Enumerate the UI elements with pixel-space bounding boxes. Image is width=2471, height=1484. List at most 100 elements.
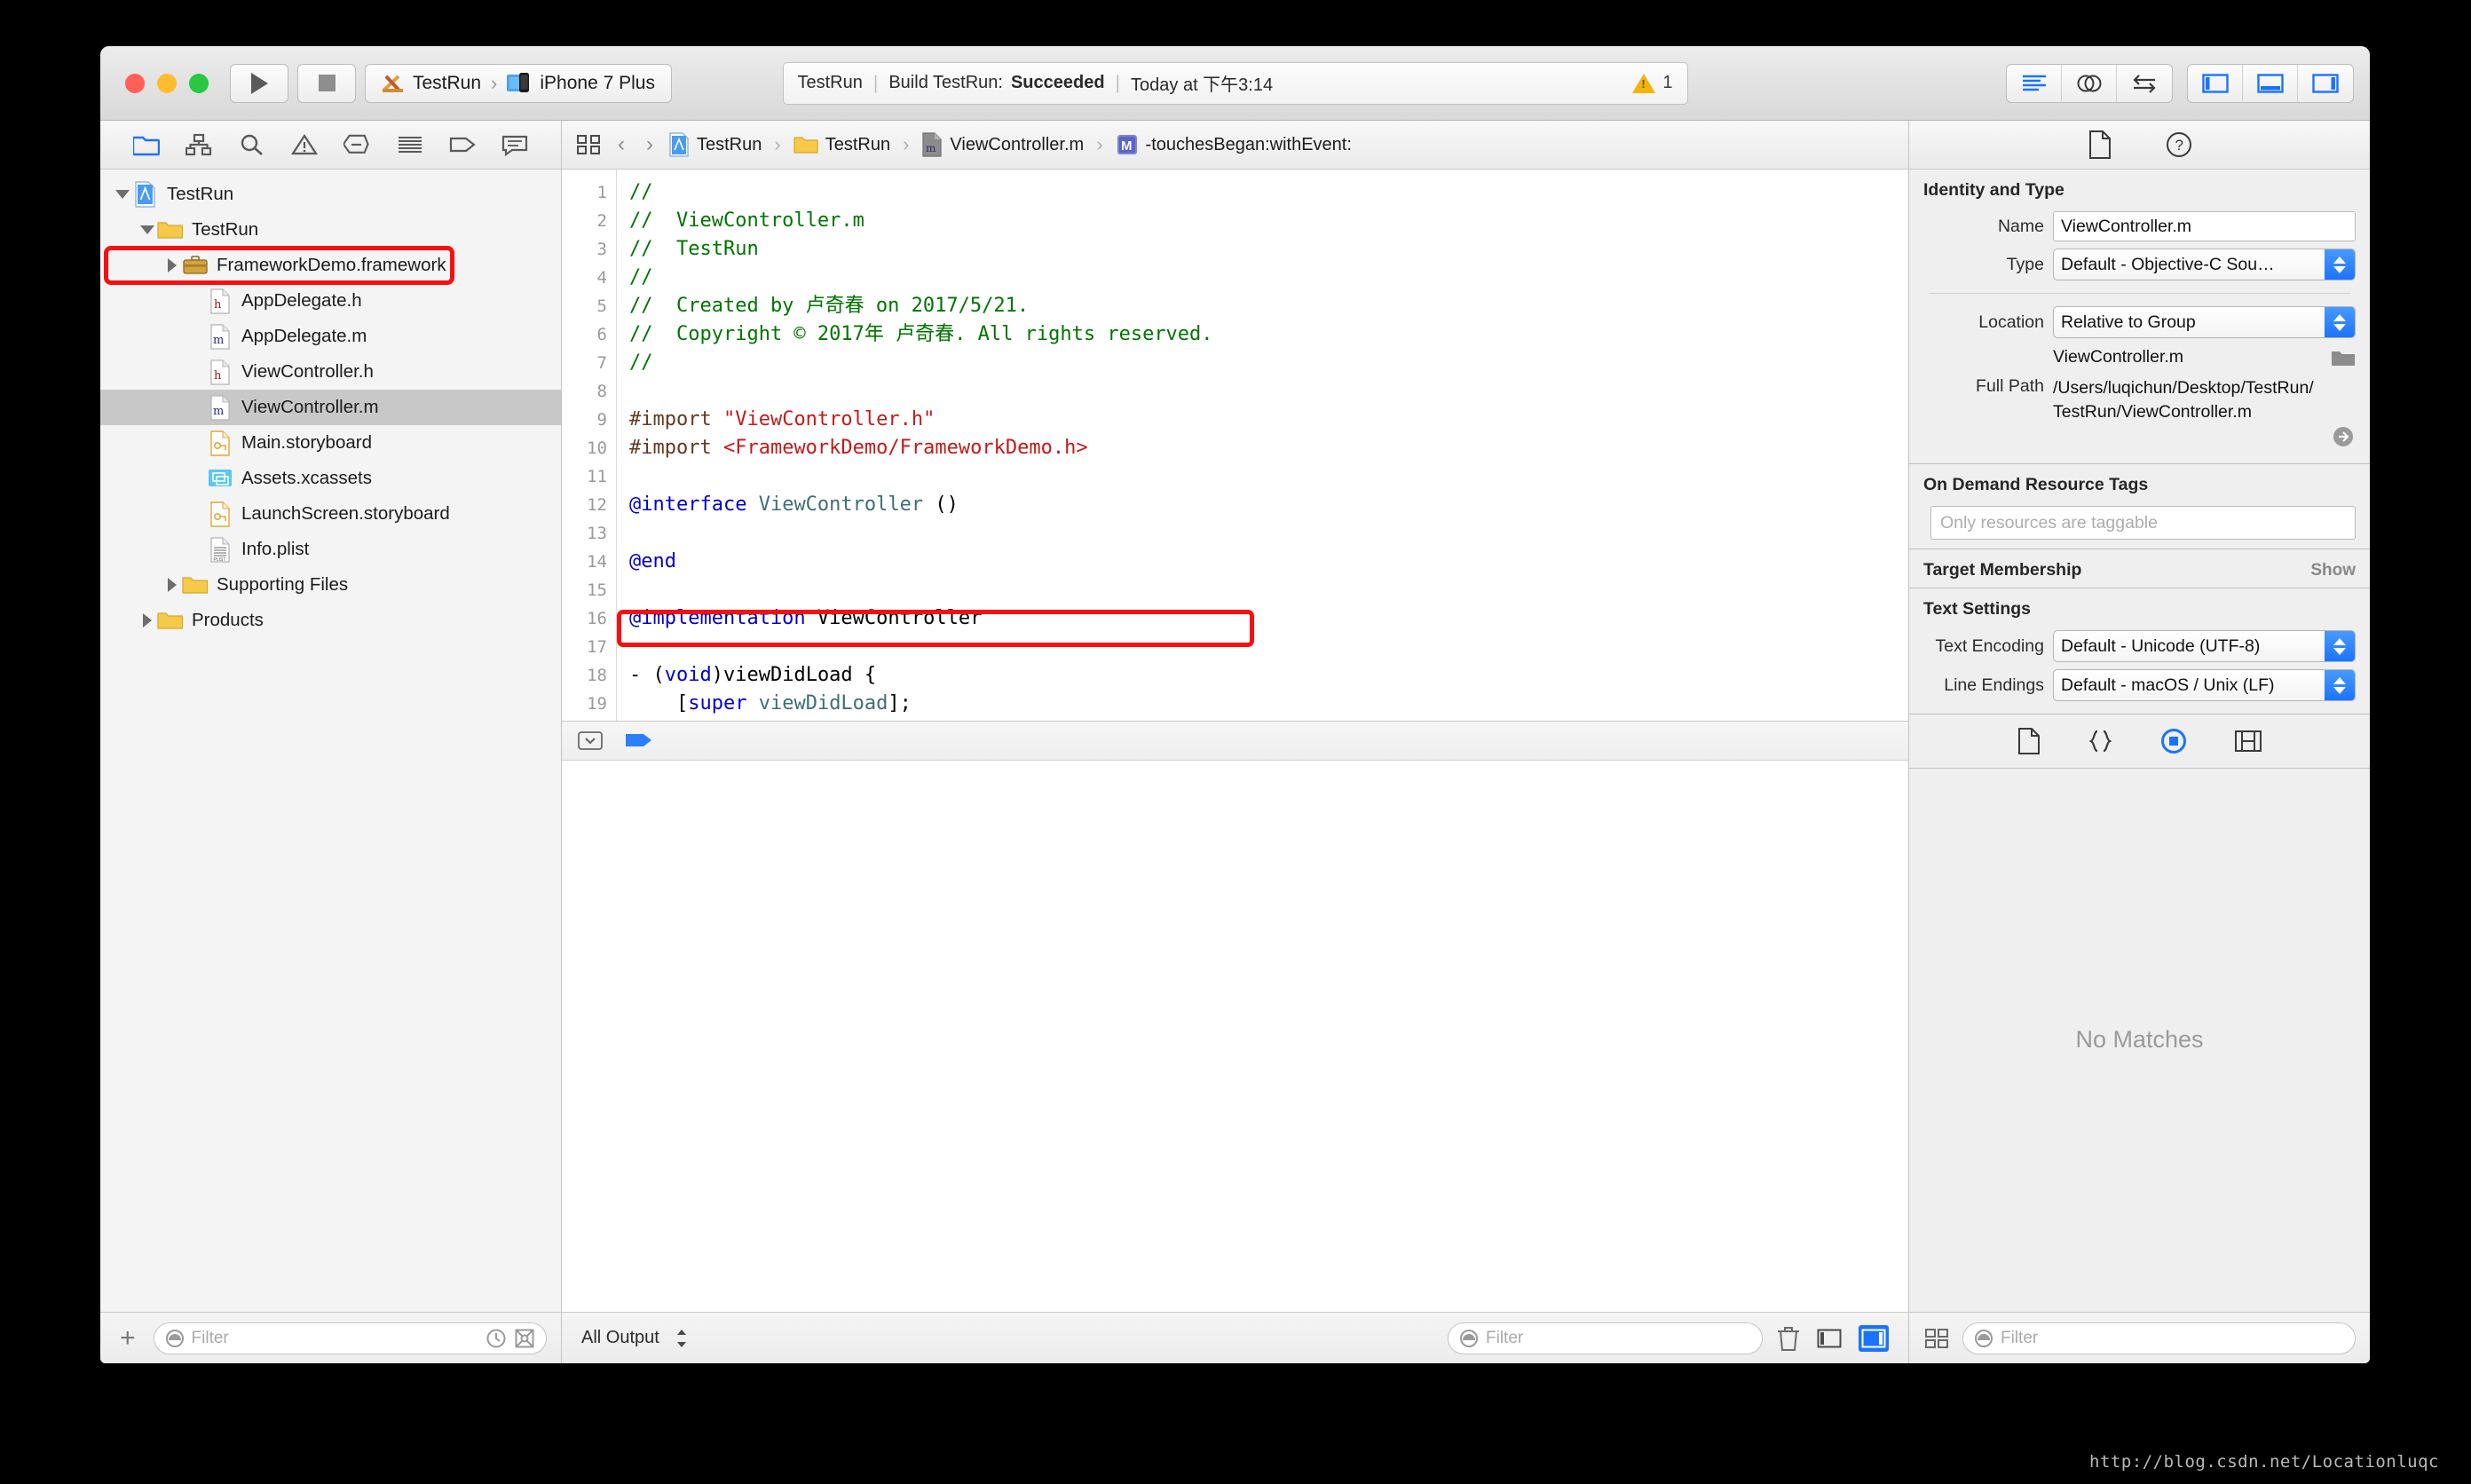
code-line[interactable]: [629, 377, 1908, 406]
version-editor-button[interactable]: [2117, 65, 2172, 102]
code-line[interactable]: // Copyright © 2017年 卢奇春. All rights res…: [629, 320, 1908, 349]
code-line[interactable]: [629, 576, 1908, 604]
navigate-back-button[interactable]: ‹: [612, 132, 631, 157]
code-line[interactable]: [629, 462, 1908, 491]
navigator-row-viewcontroller-m[interactable]: m ViewController.m: [100, 390, 561, 425]
scheme-selector[interactable]: TestRun › iPhone 7 Plus: [365, 63, 672, 103]
disclosure-triangle-closed-icon[interactable]: [138, 613, 157, 628]
quick-help-icon[interactable]: ?: [2166, 131, 2192, 158]
zoom-button[interactable]: [189, 73, 209, 93]
report-navigator-icon[interactable]: [397, 133, 423, 156]
inspector-filter-input[interactable]: Filter: [1962, 1322, 2356, 1354]
breadcrumb-group[interactable]: TestRun: [793, 134, 890, 155]
tag-navigator-icon[interactable]: [449, 133, 476, 156]
project-navigator-icon[interactable]: [132, 133, 160, 156]
code-line[interactable]: //: [629, 264, 1908, 292]
code-snippet-library-icon[interactable]: [2087, 728, 2113, 754]
code-line[interactable]: #import "ViewController.h": [629, 406, 1908, 434]
activity-status-bar[interactable]: TestRun | Build TestRun: Succeeded | Tod…: [782, 61, 1688, 105]
code-line[interactable]: // Created by 卢奇春 on 2017/5/21.: [629, 292, 1908, 320]
show-variables-view-button[interactable]: [1814, 1325, 1844, 1352]
navigator-row-testrun[interactable]: TestRun: [100, 212, 561, 248]
clock-icon[interactable]: [486, 1328, 507, 1349]
console-scope-stepper-icon[interactable]: [674, 1327, 690, 1350]
grid-view-icon[interactable]: [1923, 1325, 1950, 1352]
search-navigator-icon[interactable]: [238, 133, 264, 156]
trash-icon[interactable]: [1777, 1325, 1800, 1352]
code-text[interactable]: // // ViewController.m // TestRun // // Crea…: [617, 170, 1908, 721]
stop-button[interactable]: [297, 63, 356, 103]
console-output-area[interactable]: [562, 760, 1908, 1312]
add-file-button[interactable]: +: [114, 1324, 141, 1352]
code-line[interactable]: // ViewController.m: [629, 207, 1908, 235]
navigator-row-assets-xcassets[interactable]: Assets.xcassets: [100, 461, 561, 496]
symbol-navigator-icon[interactable]: [186, 133, 212, 156]
issue-navigator-icon[interactable]: [290, 133, 318, 156]
code-line[interactable]: //: [629, 349, 1908, 377]
line-endings-select[interactable]: Default - macOS / Unix (LF): [2053, 669, 2356, 701]
choose-folder-icon[interactable]: [2331, 347, 2356, 368]
run-button[interactable]: [230, 63, 288, 103]
assistant-editor-button[interactable]: [2062, 64, 2117, 102]
toggle-utilities-button[interactable]: [2298, 65, 2353, 102]
close-button[interactable]: [125, 73, 145, 93]
toggle-navigator-button[interactable]: [2188, 64, 2243, 102]
code-line[interactable]: [629, 519, 1908, 548]
navigator-row-launchscreen-storyboard[interactable]: LaunchScreen.storyboard: [100, 496, 561, 532]
breadcrumb-method[interactable]: M -touchesBegan:withEvent:: [1116, 133, 1352, 156]
breadcrumb-project[interactable]: TestRun: [668, 132, 762, 157]
continue-flag-icon[interactable]: [624, 731, 654, 751]
navigator-row-viewcontroller-h[interactable]: h ViewController.h: [100, 354, 561, 390]
comment-navigator-icon[interactable]: [501, 133, 528, 156]
reveal-in-finder-icon[interactable]: [2331, 424, 2356, 449]
navigator-row-appdelegate-h[interactable]: h AppDelegate.h: [100, 283, 561, 319]
file-type-select[interactable]: Default - Objective-C Sou…: [2053, 249, 2356, 280]
file-template-library-icon[interactable]: [2017, 727, 2041, 754]
project-navigator-tree[interactable]: TestRun TestRun FrameworkDemo.framework h Ap…: [100, 170, 561, 1312]
navigator-filter-input[interactable]: Filter: [153, 1322, 547, 1354]
media-library-icon[interactable]: [2234, 729, 2262, 754]
warning-indicator[interactable]: 1: [1632, 73, 1673, 93]
navigator-row-supporting-files[interactable]: Supporting Files: [100, 567, 561, 603]
code-line[interactable]: [super viewDidLoad];: [629, 690, 1908, 718]
show-console-view-button[interactable]: [1859, 1324, 1889, 1352]
disclosure-triangle-closed-icon[interactable]: [162, 578, 182, 592]
navigate-forward-button[interactable]: ›: [640, 132, 659, 157]
text-encoding-select[interactable]: Default - Unicode (UTF-8): [2053, 630, 2356, 662]
code-line[interactable]: @end: [629, 548, 1908, 576]
disclosure-triangle-open-icon[interactable]: [113, 190, 132, 199]
code-line[interactable]: @interface ViewController (): [629, 491, 1908, 519]
file-location-select[interactable]: Relative to Group: [2053, 306, 2356, 338]
navigator-row-products[interactable]: Products: [100, 603, 561, 638]
file-name-field[interactable]: ViewController.m: [2053, 211, 2356, 241]
navigator-row-info-plist[interactable]: PLIST Info.plist: [100, 532, 561, 567]
object-library-icon[interactable]: [2159, 727, 2188, 755]
navigator-row-appdelegate-m[interactable]: m AppDelegate.m: [100, 319, 561, 354]
target-membership-show-button[interactable]: Show: [2310, 561, 2356, 580]
console-filter-input[interactable]: Filter: [1448, 1322, 1763, 1354]
breadcrumb-file[interactable]: m ViewController.m: [921, 132, 1084, 157]
standard-editor-button[interactable]: [2007, 64, 2062, 102]
source-control-icon[interactable]: [514, 1328, 535, 1349]
breakpoint-navigator-icon[interactable]: [343, 133, 370, 156]
code-line[interactable]: // Do any additional setup after loading…: [629, 718, 1908, 721]
odrt-field[interactable]: Only resources are taggable: [1930, 506, 2356, 540]
file-inspector-icon[interactable]: [2088, 130, 2112, 159]
related-items-icon[interactable]: [576, 133, 603, 156]
code-line[interactable]: @implementation ViewController: [629, 604, 1908, 633]
code-line[interactable]: #import <FrameworkDemo/FrameworkDemo.h>: [629, 434, 1908, 462]
minimize-button[interactable]: [157, 73, 177, 93]
source-code-editor[interactable]: 1234567891011121314151617181920212223242…: [562, 170, 1908, 721]
disclosure-triangle-open-icon[interactable]: [138, 225, 157, 234]
navigator-row-testrun[interactable]: TestRun: [100, 177, 561, 212]
console-scope-label[interactable]: All Output: [581, 1328, 659, 1348]
hide-debug-area-icon[interactable]: [578, 730, 604, 752]
code-line[interactable]: // TestRun: [629, 235, 1908, 264]
code-line[interactable]: - (void)viewDidLoad {: [629, 661, 1908, 690]
navigator-row-main-storyboard[interactable]: Main.storyboard: [100, 425, 561, 461]
toggle-debug-area-button[interactable]: [2243, 64, 2298, 102]
disclosure-triangle-closed-icon[interactable]: [162, 258, 182, 272]
navigator-row-frameworkdemo-framework[interactable]: FrameworkDemo.framework: [100, 246, 561, 285]
code-line[interactable]: //: [629, 178, 1908, 207]
code-line[interactable]: [629, 633, 1908, 661]
